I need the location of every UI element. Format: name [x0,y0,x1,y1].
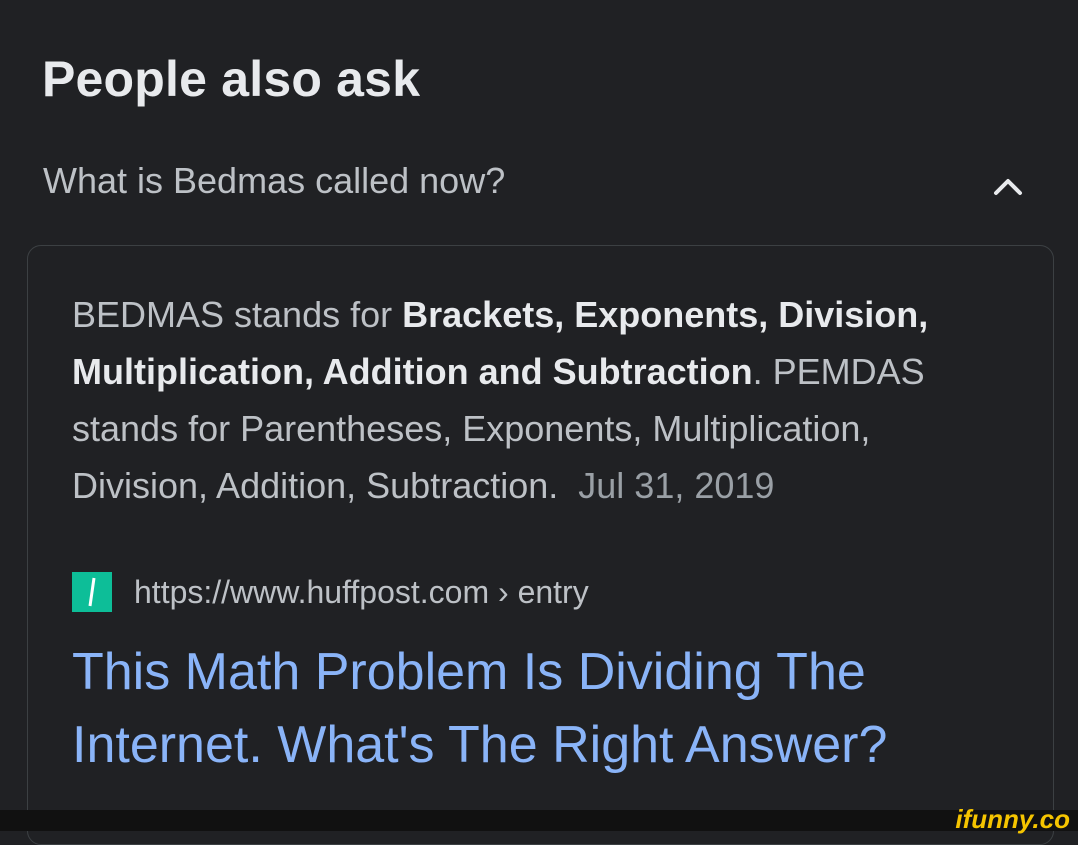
question-text: What is Bedmas called now? [43,160,506,201]
question-toggle[interactable]: What is Bedmas called now? [0,150,1078,220]
source-url: https://www.huffpost.com › entry [134,573,589,610]
snippet-date: Jul 31, 2019 [578,465,775,506]
section-title: People also ask [42,51,421,107]
ifunny-watermark: ifunny.co [955,804,1070,834]
result-title-link[interactable]: This Math Problem Is Dividing The Intern… [72,636,1002,782]
source-link[interactable]: https://www.huffpost.com › entry [72,572,589,612]
snippet-intro: BEDMAS stands for [72,294,403,335]
chevron-up-icon[interactable] [990,168,1026,204]
answer-snippet: BEDMAS stands for Brackets, Exponents, D… [72,286,1002,514]
footer-bar [0,810,1078,831]
huffpost-favicon-icon [72,572,112,612]
